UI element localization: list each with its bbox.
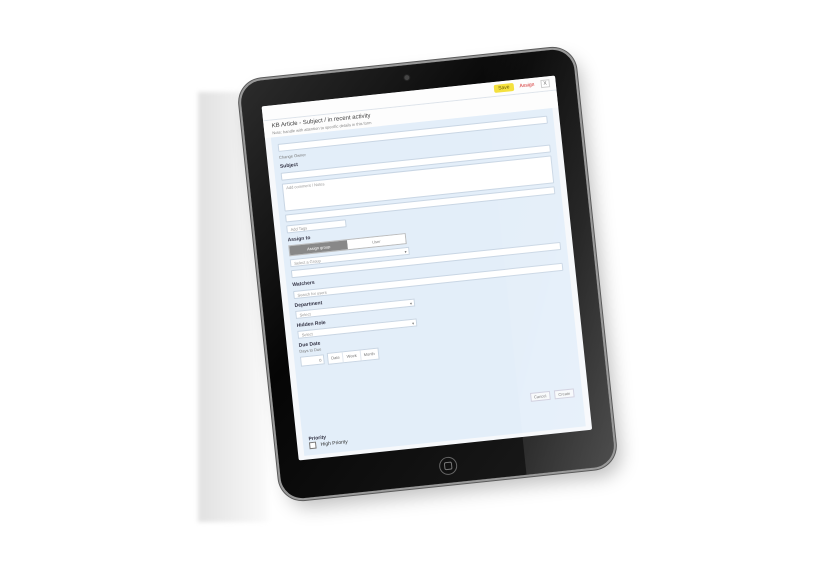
close-button[interactable]: X — [540, 79, 551, 89]
date-unit-week[interactable]: Week — [343, 350, 362, 363]
camera-icon — [404, 74, 410, 81]
department-select-value: Select — [299, 311, 311, 318]
high-priority-checkbox[interactable] — [308, 441, 317, 450]
high-priority-label: High Priority — [320, 439, 349, 448]
create-button[interactable]: Create — [553, 388, 575, 400]
date-unit-selector[interactable]: Date Week Month — [326, 347, 380, 365]
ticket-form: Change Owner Subject Add comment / Notes… — [270, 108, 586, 456]
assign-button[interactable]: Assign — [519, 82, 535, 90]
save-button[interactable]: Save — [493, 83, 514, 93]
chevron-down-icon: ▾ — [411, 320, 415, 326]
tablet-device: Save Assign X KB Article - Subject / in … — [238, 47, 617, 501]
date-unit-month[interactable]: Month — [360, 349, 378, 361]
home-button[interactable] — [437, 456, 458, 476]
tablet-screen: Save Assign X KB Article - Subject / in … — [261, 75, 593, 461]
assign-group-select-value: Select a Group — [293, 258, 321, 266]
assign-group-option[interactable]: Assign group — [289, 240, 348, 256]
home-square-icon — [443, 461, 453, 471]
assign-user-option[interactable]: User — [347, 234, 406, 250]
hidden-role-select-value: Select — [301, 331, 314, 338]
date-unit-day[interactable]: Date — [327, 352, 345, 364]
form-actions: Cancel Create — [529, 388, 575, 402]
cancel-button[interactable]: Cancel — [529, 390, 551, 402]
priority-section: Priority High Priority — [308, 428, 349, 450]
chevron-down-icon: ▾ — [404, 249, 407, 255]
chevron-down-icon: ▾ — [409, 300, 413, 306]
due-date-input[interactable]: 0 — [299, 354, 325, 367]
